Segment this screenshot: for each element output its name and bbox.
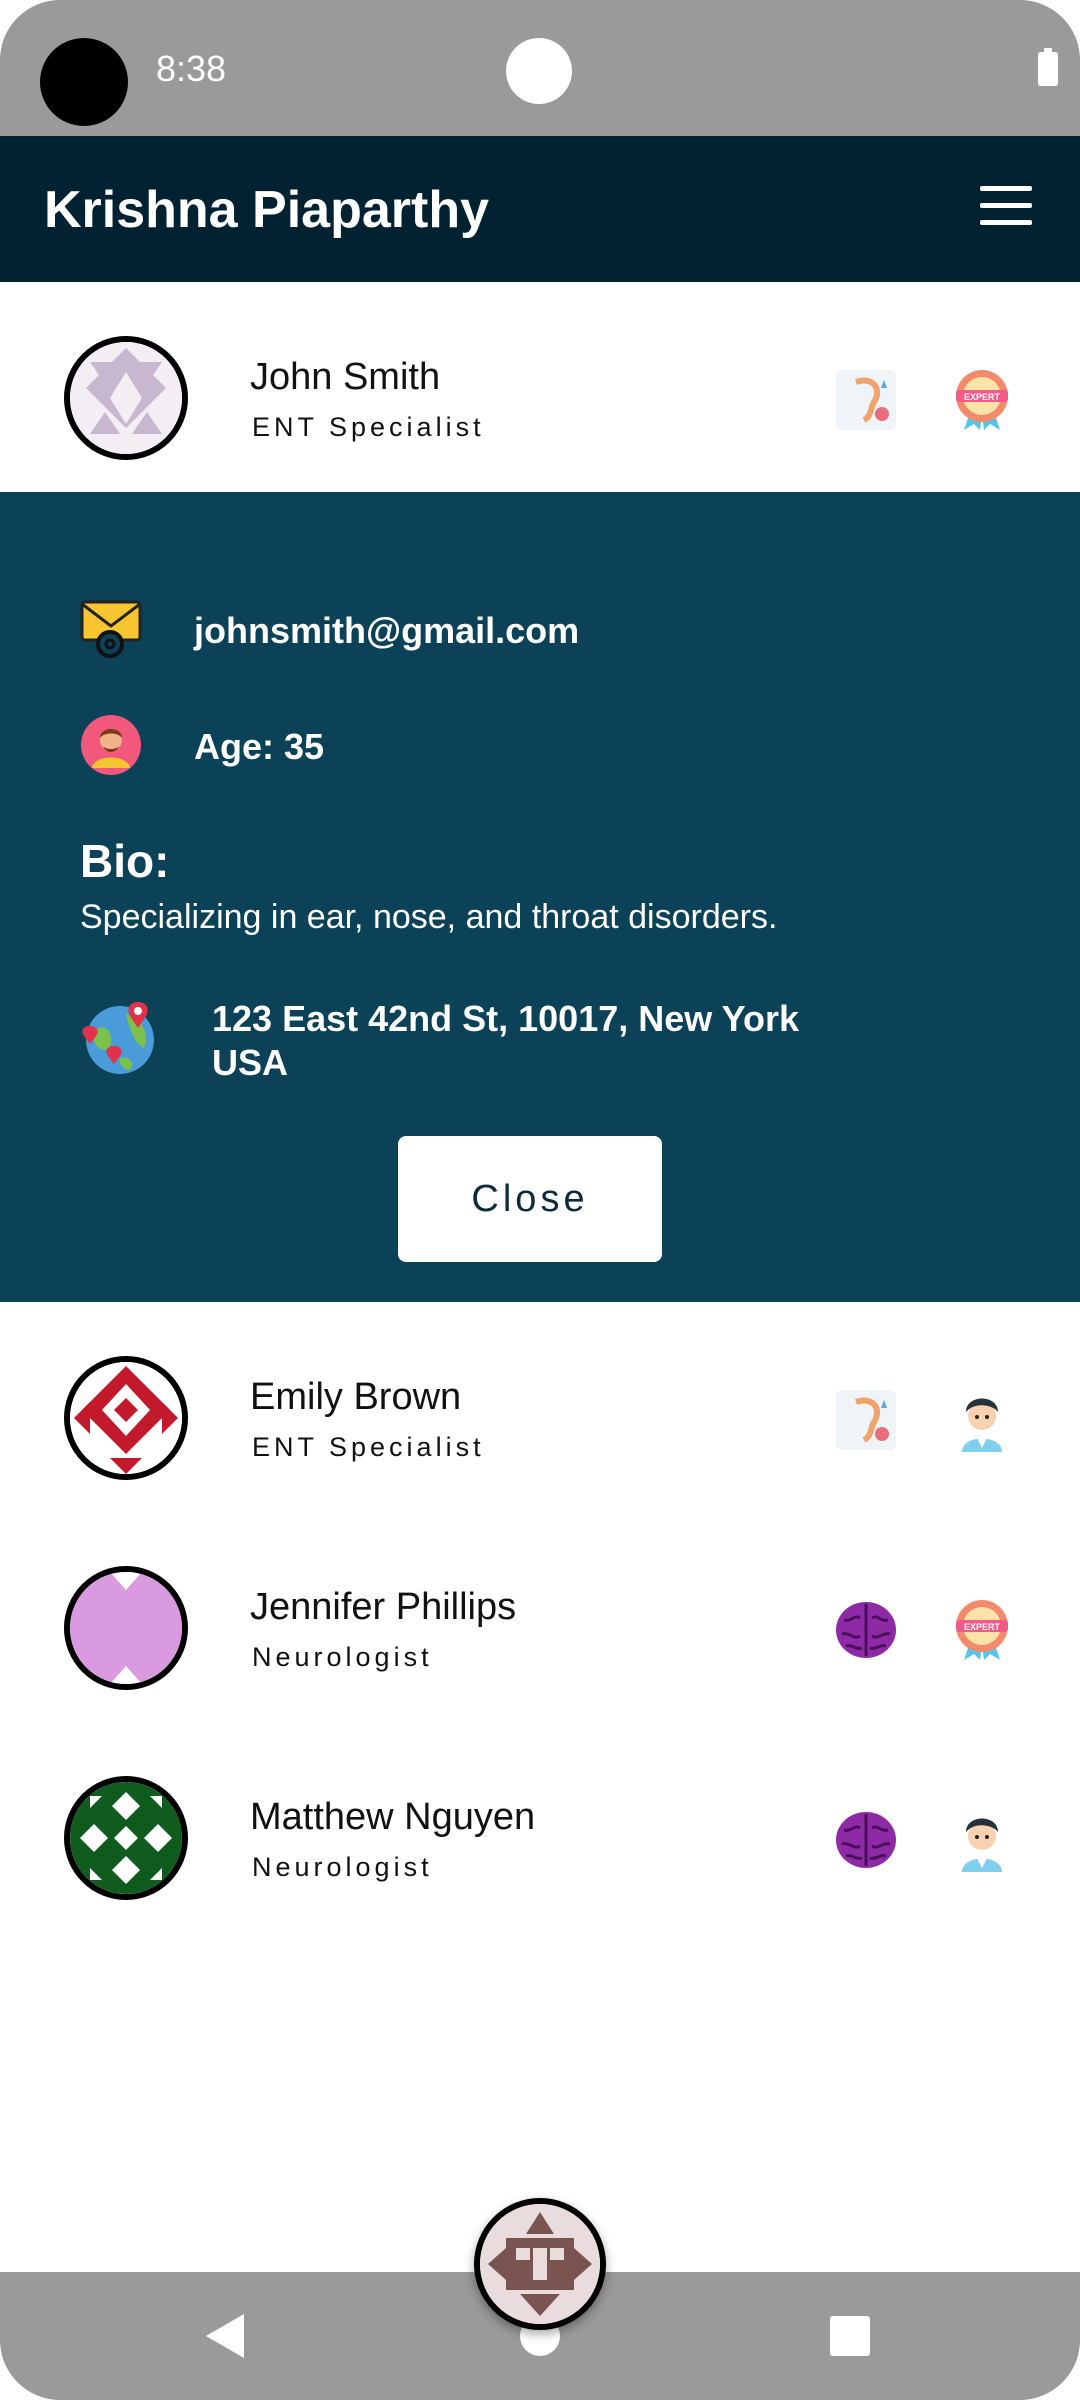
doctor-specialty: Neurologist [252, 1642, 433, 1672]
age-text: Age: 35 [194, 726, 325, 767]
ear-icon [834, 1388, 898, 1452]
hamburger-menu-icon[interactable] [980, 186, 1032, 226]
doctor-specialty: Neurologist [252, 1852, 433, 1882]
avatar [64, 1566, 188, 1690]
email-text: johnsmith@gmail.com [194, 610, 580, 651]
svg-text:EXPERT: EXPERT [964, 392, 1001, 402]
status-indicator [506, 38, 572, 104]
doctor-name: Emily Brown [250, 1376, 462, 1418]
doctor-specialty: ENT Specialist [252, 1432, 485, 1462]
avatar [64, 1356, 188, 1480]
doctor-avatar-icon [950, 1808, 1014, 1872]
address-line-1: 123 East 42nd St, 10017, New York [212, 998, 799, 1039]
svg-text:EXPERT: EXPERT [964, 1622, 1001, 1632]
globe-location-icon [80, 998, 158, 1076]
bio-label: Bio: [80, 835, 170, 887]
doctor-name: Matthew Nguyen [250, 1796, 536, 1838]
address-line-2: USA [212, 1042, 289, 1083]
ear-icon [834, 368, 898, 432]
email-icon [80, 598, 142, 660]
doctor-specialty: ENT Specialist [252, 412, 485, 442]
app-bar: Krishna Piaparthy [0, 136, 1080, 282]
bio-text: Specializing in ear, nose, and throat di… [80, 898, 778, 936]
doctor-name: Jennifer Phillips [250, 1586, 517, 1628]
doctor-row-emily-brown[interactable]: Emily Brown ENT Specialist [0, 1322, 1080, 1522]
status-time: 8:38 [156, 48, 227, 89]
doctor-row-jennifer-phillips[interactable]: Jennifer Phillips Neurologist EXPERT [0, 1532, 1080, 1732]
expert-badge-icon: EXPERT [950, 1598, 1014, 1662]
expert-badge-icon: EXPERT [950, 368, 1014, 432]
doctor-row-matthew-nguyen[interactable]: Matthew Nguyen Neurologist [0, 1742, 1080, 1942]
back-nav-icon[interactable] [206, 2314, 244, 2358]
battery-icon [1038, 48, 1058, 86]
doctor-avatar-icon [950, 1388, 1014, 1452]
profile-avatar-button[interactable] [474, 2198, 606, 2330]
close-button[interactable]: Close [398, 1136, 662, 1262]
brain-icon [834, 1598, 898, 1662]
app-title: Krishna Piaparthy [44, 181, 490, 239]
recent-apps-nav-icon[interactable] [830, 2316, 870, 2356]
doctor-details-panel: johnsmith@gmail.com Age: 35 Bio: Special… [0, 492, 1080, 1302]
avatar [64, 1776, 188, 1900]
camera-cutout [40, 38, 128, 126]
doctor-name: John Smith [250, 356, 441, 398]
status-bar: 8:38 [0, 0, 1080, 136]
person-icon [80, 714, 142, 776]
avatar [64, 336, 188, 460]
brain-icon [834, 1808, 898, 1872]
doctor-row-john-smith[interactable]: John Smith ENT Specialist EXPERT [0, 292, 1080, 492]
